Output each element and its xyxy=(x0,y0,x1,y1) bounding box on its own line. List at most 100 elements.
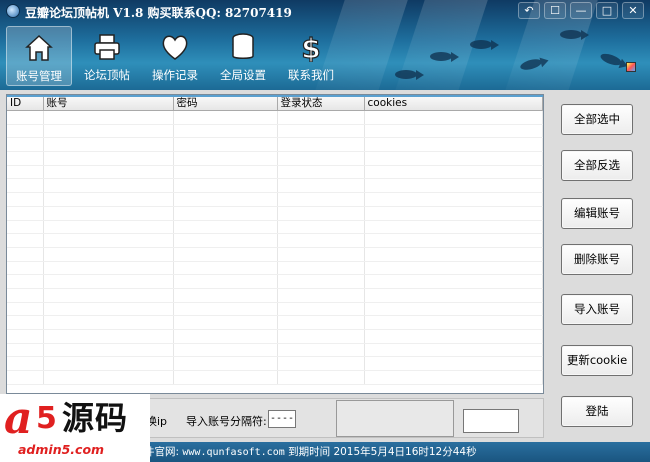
tab-forum-bump[interactable]: 论坛顶帖 xyxy=(74,26,140,86)
skin-icon[interactable]: ☐ xyxy=(544,2,566,19)
table-cell[interactable] xyxy=(7,329,44,344)
table-cell[interactable] xyxy=(173,343,278,358)
table-row[interactable] xyxy=(7,356,543,372)
table-cell[interactable] xyxy=(364,124,543,139)
table-cell[interactable] xyxy=(277,343,365,358)
table-cell[interactable] xyxy=(173,220,278,235)
table-cell[interactable] xyxy=(277,110,365,125)
table-cell[interactable] xyxy=(277,178,365,194)
table-cell[interactable] xyxy=(43,151,174,166)
table-cell[interactable] xyxy=(7,288,44,303)
table-cell[interactable] xyxy=(7,124,44,139)
table-cell[interactable] xyxy=(7,247,44,262)
table-cell[interactable] xyxy=(173,329,278,344)
column-header-cookies[interactable]: cookies xyxy=(364,95,543,111)
column-header-password[interactable]: 密码 xyxy=(173,95,278,111)
table-cell[interactable] xyxy=(364,233,543,248)
table-cell[interactable] xyxy=(173,274,278,289)
table-cell[interactable] xyxy=(43,274,174,289)
maximize-icon[interactable]: □ xyxy=(596,2,618,19)
table-cell[interactable] xyxy=(364,206,543,221)
table-cell[interactable] xyxy=(7,206,44,221)
table-cell[interactable] xyxy=(7,151,44,166)
table-cell[interactable] xyxy=(7,370,44,385)
table-cell[interactable] xyxy=(173,247,278,262)
table-cell[interactable] xyxy=(173,315,278,330)
captcha-code-input[interactable] xyxy=(463,409,519,433)
table-cell[interactable] xyxy=(364,165,543,180)
table-cell[interactable] xyxy=(43,220,174,235)
table-cell[interactable] xyxy=(173,370,278,385)
column-header-id[interactable]: ID xyxy=(7,95,44,111)
table-cell[interactable] xyxy=(43,329,174,344)
table-cell[interactable] xyxy=(43,302,174,317)
table-cell[interactable] xyxy=(7,220,44,235)
table-cell[interactable] xyxy=(364,356,543,372)
table-row[interactable] xyxy=(7,315,543,330)
table-cell[interactable] xyxy=(364,261,543,276)
website-link[interactable]: www.qunfasoft.com xyxy=(182,447,284,458)
table-cell[interactable] xyxy=(277,329,365,344)
table-cell[interactable] xyxy=(277,192,365,207)
table-row[interactable] xyxy=(7,220,543,235)
table-cell[interactable] xyxy=(43,165,174,180)
tab-contact-us[interactable]: $ 联系我们 xyxy=(278,26,344,86)
table-cell[interactable] xyxy=(43,288,174,303)
table-cell[interactable] xyxy=(43,343,174,358)
table-cell[interactable] xyxy=(173,137,278,153)
separator-input[interactable]: ---- xyxy=(268,410,296,428)
table-cell[interactable] xyxy=(43,233,174,248)
table-cell[interactable] xyxy=(43,110,174,125)
tab-operation-log[interactable]: 操作记录 xyxy=(142,26,208,86)
table-row[interactable] xyxy=(7,288,543,303)
table-cell[interactable] xyxy=(277,124,365,139)
account-table[interactable]: ID 账号 密码 登录状态 cookies xyxy=(6,94,544,394)
table-cell[interactable] xyxy=(277,233,365,248)
table-row[interactable] xyxy=(7,110,543,125)
table-cell[interactable] xyxy=(43,192,174,207)
table-cell[interactable] xyxy=(364,137,543,153)
table-cell[interactable] xyxy=(173,302,278,317)
table-cell[interactable] xyxy=(7,110,44,125)
table-row[interactable] xyxy=(7,233,543,248)
table-row[interactable] xyxy=(7,343,543,358)
table-row[interactable] xyxy=(7,165,543,180)
table-cell[interactable] xyxy=(7,274,44,289)
table-cell[interactable] xyxy=(277,220,365,235)
table-cell[interactable] xyxy=(364,220,543,235)
table-cell[interactable] xyxy=(43,206,174,221)
table-cell[interactable] xyxy=(364,288,543,303)
table-cell[interactable] xyxy=(364,274,543,289)
restore-icon[interactable]: ↶ xyxy=(518,2,540,19)
table-row[interactable] xyxy=(7,261,543,276)
table-cell[interactable] xyxy=(173,124,278,139)
table-cell[interactable] xyxy=(277,151,365,166)
table-row[interactable] xyxy=(7,302,543,317)
table-row[interactable] xyxy=(7,124,543,139)
table-cell[interactable] xyxy=(173,261,278,276)
minimize-icon[interactable]: — xyxy=(570,2,592,19)
table-cell[interactable] xyxy=(7,233,44,248)
title-bar[interactable]: 豆瓣论坛顶帖机 V1.8 购买联系QQ: 82707419 ↶ ☐ — □ ✕ xyxy=(0,0,650,22)
table-cell[interactable] xyxy=(277,206,365,221)
table-cell[interactable] xyxy=(7,165,44,180)
table-cell[interactable] xyxy=(7,261,44,276)
table-cell[interactable] xyxy=(43,137,174,153)
table-cell[interactable] xyxy=(7,192,44,207)
table-cell[interactable] xyxy=(277,356,365,372)
table-cell[interactable] xyxy=(277,288,365,303)
palette-icon[interactable] xyxy=(626,62,636,72)
table-cell[interactable] xyxy=(173,151,278,166)
table-cell[interactable] xyxy=(173,192,278,207)
table-cell[interactable] xyxy=(7,315,44,330)
invert-selection-button[interactable]: 全部反选 xyxy=(561,150,633,181)
table-row[interactable] xyxy=(7,274,543,289)
table-cell[interactable] xyxy=(364,370,543,385)
table-cell[interactable] xyxy=(277,165,365,180)
table-cell[interactable] xyxy=(173,233,278,248)
table-cell[interactable] xyxy=(364,192,543,207)
table-cell[interactable] xyxy=(277,315,365,330)
table-cell[interactable] xyxy=(173,110,278,125)
table-cell[interactable] xyxy=(173,288,278,303)
table-row[interactable] xyxy=(7,137,543,153)
